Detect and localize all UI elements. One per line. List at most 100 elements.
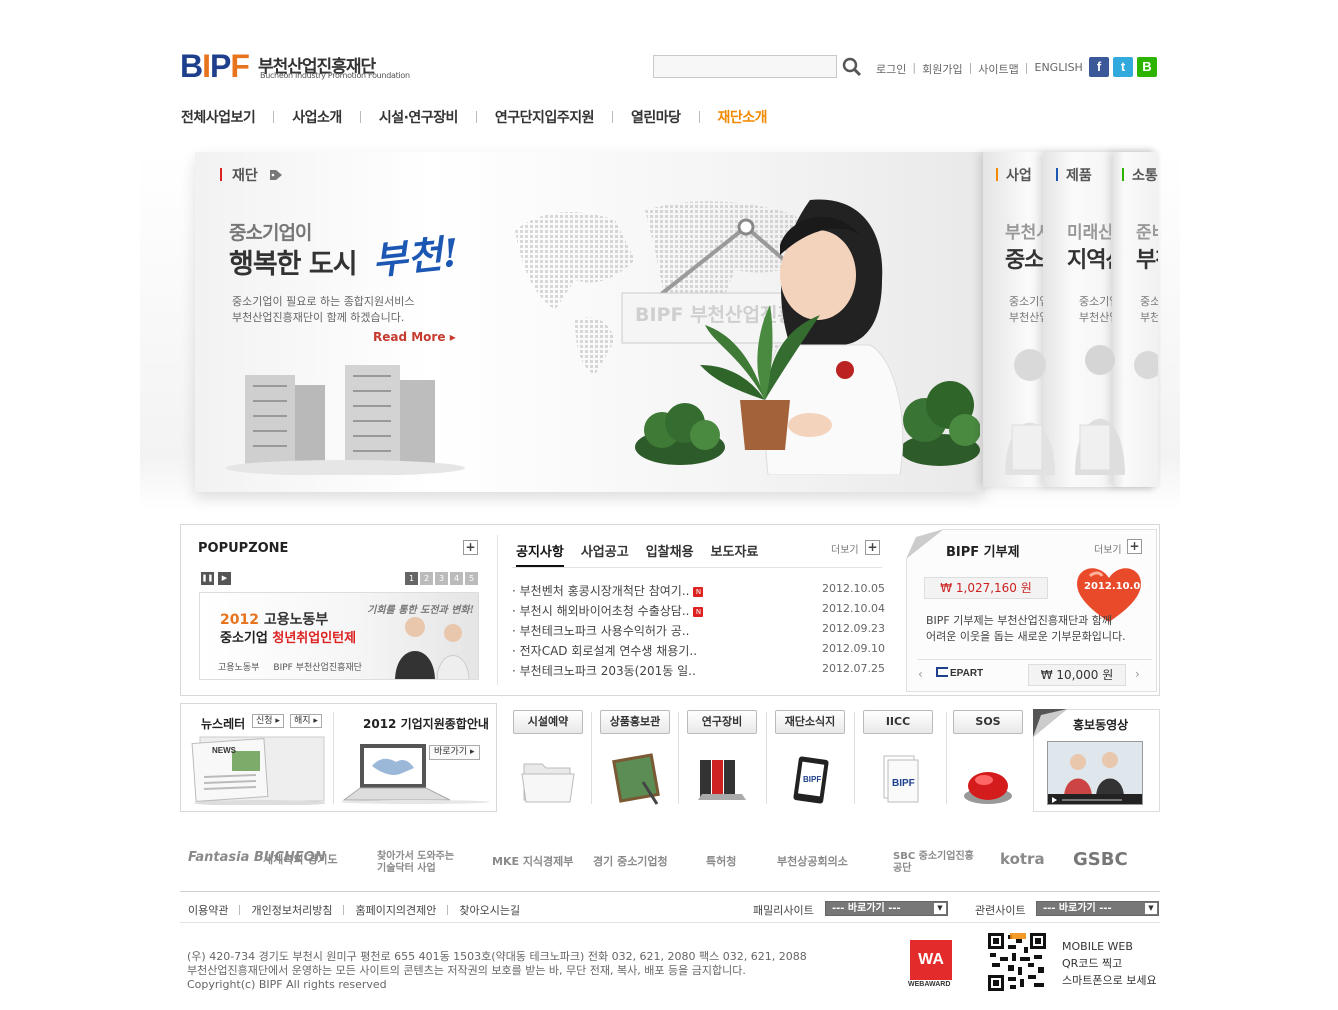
popup-page-1[interactable]: 1 <box>405 572 418 585</box>
donation-more-button[interactable]: + <box>1127 539 1142 554</box>
read-more-link[interactable]: Read More ▸ <box>373 330 456 344</box>
quick-product-gallery[interactable]: 상품홍보관 <box>594 710 676 809</box>
side-product-desc1: 중소기업 <box>1079 295 1112 308</box>
side-tab-communication[interactable]: 소통 <box>1122 165 1158 185</box>
utility-links: 로그인 | 회원가입 | 사이트맵 | ENGLISH <box>876 61 1083 77</box>
english-link[interactable]: ENGLISH <box>1035 61 1083 77</box>
svg-text:NEWS: NEWS <box>212 746 237 755</box>
footer-link-terms[interactable]: 이용약관 <box>188 902 228 918</box>
popupzone-title: POPUPZONE <box>198 541 289 556</box>
list-item[interactable]: · 부천시 해외바이어초청 수출상담.. N 2012.10.04 <box>512 602 885 622</box>
nav-open-forum[interactable]: 열린마당 <box>631 107 681 127</box>
search-input[interactable] <box>653 55 837 78</box>
divider <box>497 535 498 685</box>
hero-description: 중소기업이 필요로 하는 종합지원서비스 부천산업진흥재단이 함께 하겠습니다. <box>232 295 415 324</box>
popup-page-3[interactable]: 3 <box>435 572 448 585</box>
divider <box>918 659 1152 660</box>
list-item[interactable]: · 부천테크노파크 203동(201동 일.. 2012.07.25 <box>512 662 885 682</box>
partner-logo-smba[interactable]: 경기 중소기업청 <box>593 853 668 869</box>
quick-facility-reservation[interactable]: 시설예약 <box>507 710 589 809</box>
footer-link-directions[interactable]: 찾아오시는길 <box>459 902 520 918</box>
webaward-icon: WA <box>910 940 952 980</box>
list-item[interactable]: · 부천벤처 홍콩시장개척단 참여기.. N 2012.10.05 <box>512 582 885 602</box>
popup-page-5[interactable]: 5 <box>465 572 478 585</box>
hero-title: 행복한 도시 <box>229 249 358 280</box>
main-nav: 전체사업보기 사업소개 시설·연구장비 연구단지입주지원 열린마당 재단소개 <box>181 107 768 127</box>
nav-business-intro[interactable]: 사업소개 <box>292 107 342 127</box>
document-icon: BIPF <box>883 755 919 803</box>
svg-text:BIPF: BIPF <box>803 775 821 784</box>
popupzone-more-button[interactable]: + <box>463 540 478 555</box>
donor-prev-icon[interactable]: ‹ <box>918 667 923 681</box>
play-icon[interactable]: ▶ <box>218 572 231 585</box>
tab-business-announcement[interactable]: 사업공고 <box>581 541 629 567</box>
popup-page-2[interactable]: 2 <box>420 572 433 585</box>
nav-facilities[interactable]: 시설·연구장비 <box>379 107 459 127</box>
family-site-select[interactable]: --- 바로가기 --- ▼ <box>825 901 948 916</box>
join-link[interactable]: 회원가입 <box>922 61 962 77</box>
sitemap-link[interactable]: 사이트맵 <box>978 61 1018 77</box>
quick-iicc[interactable]: IICC BIPF <box>857 710 939 809</box>
notice-list: · 부천벤처 홍콩시장개척단 참여기.. N 2012.10.05 · 부천시 해외… <box>512 582 885 682</box>
partner-logo-mke[interactable]: MKE 지식경제부 <box>492 853 573 869</box>
side-tab-product[interactable]: 제품 <box>1056 165 1092 185</box>
partner-logo-chamber[interactable]: 부천상공회의소 <box>777 853 848 869</box>
partner-logo-kotra[interactable]: kotra <box>1000 850 1045 868</box>
quick-sos[interactable]: SOS <box>947 710 1029 809</box>
partner-logo-kipo[interactable]: 특허청 <box>706 853 736 869</box>
newsletter-unsubscribe-button[interactable]: 해지 ▸ <box>290 714 322 728</box>
list-item[interactable]: · 부천테크노파크 사용수익허가 공.. 2012.09.23 <box>512 622 885 642</box>
page-curl-graphic <box>1033 709 1067 737</box>
chevron-down-icon: ▼ <box>934 903 946 914</box>
apartment-buildings-image <box>225 365 465 475</box>
newspaper-icon: NEWS <box>191 736 326 805</box>
partner-logo-tech-doctor[interactable]: 찾아가서 도와주는 기술닥터 사업 <box>377 851 465 875</box>
popup-banner[interactable]: 2012 고용노동부 중소기업 청년취업인턴제 기회를 통한 도전과 변화! 고… <box>199 592 479 680</box>
divider <box>678 712 679 804</box>
notice-divider <box>512 567 882 568</box>
login-link[interactable]: 로그인 <box>876 61 906 77</box>
side-panels-people-images <box>1005 345 1158 475</box>
notice-more-button[interactable]: + <box>865 540 880 555</box>
laptop-icon <box>340 744 490 804</box>
quick-newsletter-magazine[interactable]: 재단소식지 BIPF <box>769 710 851 809</box>
related-site-label: 관련사이트 <box>975 904 1026 917</box>
donor-next-icon[interactable]: › <box>1135 667 1140 681</box>
tab-notice[interactable]: 공지사항 <box>516 541 564 567</box>
donation-date-badge: 2012.10.09 <box>1084 581 1148 592</box>
newsletter-subscribe-button[interactable]: 신청 ▸ <box>252 714 284 728</box>
tab-press-release[interactable]: 보도자료 <box>711 541 759 567</box>
hero-tab-foundation[interactable]: 재단 <box>220 165 283 185</box>
donation-more-link[interactable]: 더보기 <box>1094 541 1122 556</box>
quick-research-equipment[interactable]: 연구장비 <box>681 710 763 809</box>
partner-logo-gsbc[interactable]: GSBC <box>1073 849 1128 870</box>
nav-foundation-intro[interactable]: 재단소개 <box>718 107 768 127</box>
partner-logo-gyeonggi[interactable]: 세계속의 경기도 <box>263 851 338 867</box>
promo-video-player[interactable] <box>1047 741 1143 805</box>
donation-title: BIPF 기부제 <box>946 545 1020 560</box>
related-site-select[interactable]: --- 바로가기 --- ▼ <box>1036 901 1159 916</box>
side-tab-business[interactable]: 사업 <box>996 165 1032 185</box>
partner-logo-sbc[interactable]: SBC 중소기업진흥공단 <box>893 851 977 875</box>
list-item[interactable]: · 전자CAD 회로설계 연수생 채용기.. 2012.09.10 <box>512 642 885 662</box>
blog-icon[interactable]: B <box>1137 57 1157 77</box>
footer-link-privacy[interactable]: 개인정보처리방침 <box>251 902 332 918</box>
tab-bid-recruit[interactable]: 입찰채용 <box>646 541 694 567</box>
footer-links: 이용약관 개인정보처리방침 홈페이지의견제안 찾아오시는길 <box>188 902 520 918</box>
chevron-down-icon: ▼ <box>1145 903 1157 914</box>
new-badge-icon: N <box>693 587 704 597</box>
footer-link-feedback[interactable]: 홈페이지의견제안 <box>355 902 436 918</box>
search-icon[interactable] <box>842 57 862 77</box>
binder-icon <box>698 760 746 800</box>
side-comm-desc2: 부천시 <box>1140 311 1158 324</box>
popup-page-4[interactable]: 4 <box>450 572 463 585</box>
divider <box>766 712 767 804</box>
twitter-icon[interactable]: t <box>1113 57 1133 77</box>
logo[interactable]: BIPF <box>180 50 250 82</box>
bipf-logo-text: BIPF 부천산업진흥재단 <box>273 663 362 673</box>
facebook-icon[interactable]: f <box>1089 57 1109 77</box>
nav-all-business[interactable]: 전체사업보기 <box>181 107 256 127</box>
nav-research-park[interactable]: 연구단지입주지원 <box>495 107 595 127</box>
pause-icon[interactable]: ❚❚ <box>201 572 214 585</box>
notice-more-link[interactable]: 더보기 <box>831 541 859 556</box>
